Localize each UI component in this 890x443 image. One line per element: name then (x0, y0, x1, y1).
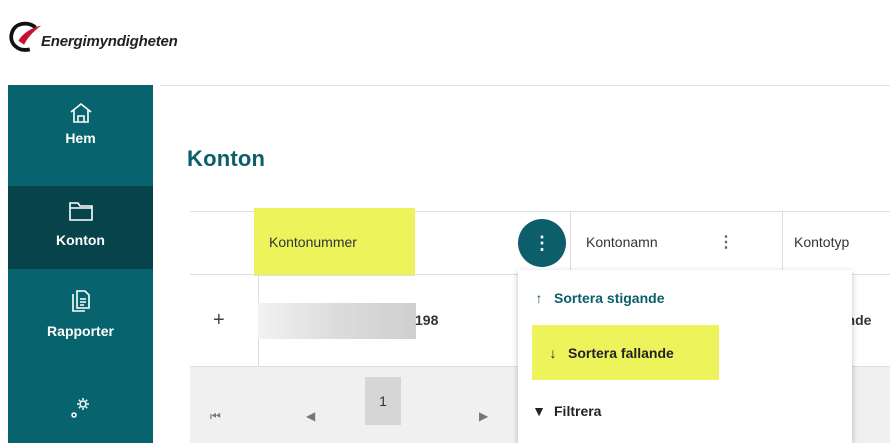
column-header-kontonamn[interactable]: Kontonamn (586, 211, 658, 273)
report-copy-icon (70, 289, 92, 315)
column-divider (570, 211, 571, 273)
arrow-down-icon: ↓ (549, 344, 557, 361)
menu-item-label: Sortera stigande (554, 290, 665, 306)
sidebar-item-konton[interactable]: Konton (8, 186, 153, 269)
filter-item[interactable]: ▼ Filtrera (518, 403, 601, 419)
prev-page-icon[interactable]: ◀ (306, 409, 315, 423)
column-header-kontotyp[interactable]: Kontotyp (794, 211, 849, 273)
kebab-icon[interactable]: ⋮ (718, 211, 734, 273)
brand-name: Energimyndigheten (41, 32, 178, 50)
expand-row-button[interactable]: + (213, 309, 225, 332)
redacted-account-number (258, 303, 416, 339)
sort-descending-item[interactable]: ↓ Sortera fallande (532, 325, 674, 380)
filter-icon: ▼ (532, 403, 546, 419)
account-number-suffix: 198 (415, 312, 439, 328)
brand-logo[interactable]: Energimyndigheten (7, 18, 178, 56)
sidebar: Hem Konton Rapporter (8, 85, 153, 443)
column-menu-button[interactable]: ⋮ (518, 219, 566, 267)
sort-ascending-item[interactable]: ↑ Sortera stigande (532, 290, 665, 306)
menu-item-label: Sortera fallande (568, 344, 674, 361)
app-page: Energimyndigheten Hem Konton Rapporter K… (0, 0, 890, 443)
page-number-button[interactable]: 1 (365, 377, 401, 425)
page-title: Konton (187, 146, 266, 171)
logo-mark-icon (9, 21, 42, 52)
column-header-kontonummer[interactable]: Kontonummer (269, 208, 357, 276)
sidebar-item-label: Konton (56, 232, 105, 248)
next-page-icon[interactable]: ▶ (479, 409, 488, 423)
sidebar-item-hem[interactable]: Hem (8, 85, 153, 186)
home-icon (68, 100, 94, 126)
header-divider (160, 85, 890, 86)
column-divider (782, 211, 783, 273)
sidebar-item-installningar[interactable] (8, 379, 153, 443)
menu-item-label: Filtrera (554, 403, 602, 419)
arrow-up-icon: ↑ (535, 290, 543, 306)
sidebar-item-label: Rapporter (47, 323, 114, 339)
first-page-icon[interactable]: ⏮ (210, 409, 221, 424)
sidebar-item-label: Hem (65, 130, 96, 146)
kebab-icon: ⋮ (533, 232, 551, 253)
sidebar-item-rapporter[interactable]: Rapporter (8, 269, 153, 369)
folder-icon (68, 200, 94, 222)
settings-gears-icon (68, 395, 94, 421)
